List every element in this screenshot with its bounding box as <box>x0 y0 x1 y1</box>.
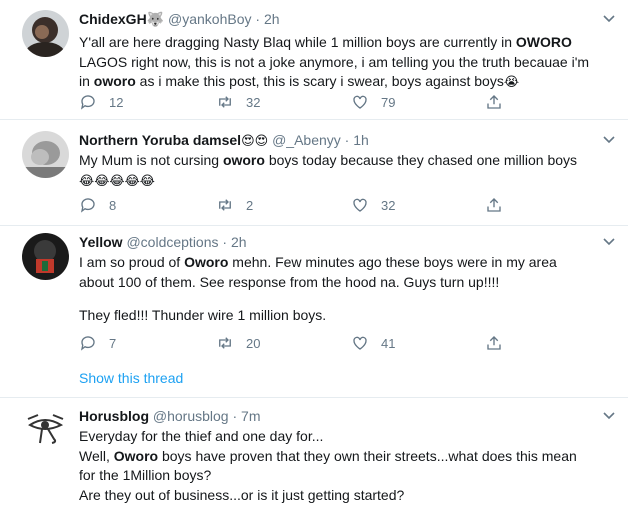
tweet-text: My Mum is not cursing oworo boys today b… <box>79 151 609 190</box>
reply-count: 7 <box>109 335 117 351</box>
like-button[interactable]: 41 <box>351 333 395 353</box>
retweet-count: 20 <box>246 335 261 351</box>
user-handle[interactable]: @_Abenyy <box>272 132 341 148</box>
share-button[interactable] <box>485 92 515 112</box>
tweet-actions: 12 32 79 <box>79 92 519 112</box>
reply-count: 8 <box>109 197 117 213</box>
text-line: Well, Oworo boys have proven that they o… <box>79 447 577 464</box>
tweet-feed: ChidexGH🐺 @yankohBoy · 2h Y'all are here… <box>0 0 628 506</box>
chevron-down-icon[interactable] <box>603 15 615 23</box>
tweet-header: ChidexGH🐺 @yankohBoy · 2h <box>79 10 280 28</box>
retweet-button[interactable]: 20 <box>216 333 260 353</box>
tweet-header: Yellow @coldceptions · 2h <box>79 233 247 251</box>
reply-icon <box>80 198 95 213</box>
text-line: LAGOS right now, this is not a joke anym… <box>79 53 590 70</box>
text-line: I am so proud of Oworo mehn. Few minutes… <box>79 254 557 270</box>
user-handle[interactable]: @horusblog <box>153 408 229 424</box>
retweet-button[interactable]: 2 <box>216 195 253 215</box>
retweet-button[interactable]: 32 <box>216 92 260 112</box>
text-line <box>79 292 609 306</box>
tweet-text: I am so proud of Oworo mehn. Few minutes… <box>79 253 609 326</box>
name-emoji: 😍😍 <box>241 133 269 148</box>
reply-button[interactable]: 12 <box>79 92 123 112</box>
avatar[interactable] <box>22 131 69 178</box>
like-icon <box>353 198 367 212</box>
share-icon <box>487 336 501 350</box>
like-icon <box>353 95 367 109</box>
avatar[interactable] <box>22 407 69 454</box>
text-line: 😂😂😂😂😂 <box>79 172 155 188</box>
reply-count: 12 <box>109 94 124 110</box>
separator-dot: · <box>232 408 238 424</box>
tweet-actions: 7 20 41 <box>79 333 519 353</box>
display-name[interactable]: Northern Yoruba damsel <box>79 132 241 148</box>
show-thread-link[interactable]: Show this thread <box>79 370 183 386</box>
tweet[interactable]: ChidexGH🐺 @yankohBoy · 2h Y'all are here… <box>0 0 628 120</box>
reply-icon <box>80 336 95 351</box>
tweet-header: Northern Yoruba damsel😍😍 @_Abenyy · 1h <box>79 131 369 150</box>
like-count: 41 <box>381 335 396 351</box>
chevron-down-icon[interactable] <box>603 136 615 144</box>
separator-dot: · <box>222 234 228 250</box>
tweet[interactable]: Horusblog @horusblog · 7m Everyday for t… <box>0 398 628 506</box>
like-count: 79 <box>381 94 396 110</box>
text-line: about 100 of them. See response from the… <box>79 273 500 290</box>
user-handle[interactable]: @yankohBoy <box>168 11 251 27</box>
chevron-down-icon[interactable] <box>603 412 615 420</box>
tweet-header: Horusblog @horusblog · 7m <box>79 407 261 425</box>
tweet-actions: 8 2 32 <box>79 195 519 215</box>
timestamp[interactable]: 2h <box>231 234 247 250</box>
text-line: Y'all are here dragging Nasty Blaq while… <box>79 34 572 50</box>
display-name[interactable]: Horusblog <box>79 408 149 424</box>
reply-button[interactable]: 7 <box>79 333 116 353</box>
avatar[interactable] <box>22 10 69 57</box>
display-name[interactable]: Yellow <box>79 234 123 250</box>
like-button[interactable]: 79 <box>351 92 395 112</box>
text-line: They fled!!! Thunder wire 1 million boys… <box>79 307 327 323</box>
share-button[interactable] <box>485 333 515 353</box>
share-icon <box>487 95 501 109</box>
retweet-icon <box>219 96 231 108</box>
like-icon <box>353 336 367 350</box>
tweet-text: Everyday for the thief and one day for..… <box>79 427 609 505</box>
like-button[interactable]: 32 <box>351 195 395 215</box>
reply-icon <box>80 95 95 110</box>
timestamp[interactable]: 2h <box>264 11 280 27</box>
share-icon <box>487 198 501 212</box>
separator-dot: · <box>344 132 350 148</box>
text-line: in oworo as i make this post, this is sc… <box>79 73 520 89</box>
text-line: My Mum is not cursing oworo boys today b… <box>79 152 578 168</box>
timestamp[interactable]: 1h <box>353 132 369 148</box>
retweet-icon <box>219 337 231 349</box>
avatar[interactable] <box>22 233 69 280</box>
tweet[interactable]: Yellow @coldceptions · 2h I am so proud … <box>0 226 628 398</box>
text-line: Are they out of business...or is it just… <box>79 486 405 503</box>
user-handle[interactable]: @coldceptions <box>126 234 218 250</box>
share-button[interactable] <box>485 195 515 215</box>
retweet-count: 2 <box>246 197 254 213</box>
chevron-down-icon[interactable] <box>603 238 615 246</box>
text-line: for the 1Million boys? <box>79 467 212 483</box>
retweet-count: 32 <box>246 94 261 110</box>
like-count: 32 <box>381 197 396 213</box>
tweet[interactable]: Northern Yoruba damsel😍😍 @_Abenyy · 1h M… <box>0 120 628 226</box>
separator-dot: · <box>255 11 261 27</box>
display-name[interactable]: ChidexGH🐺 <box>79 11 164 27</box>
retweet-icon <box>219 199 231 211</box>
text-line: Everyday for the thief and one day for..… <box>79 428 324 444</box>
tweet-text: Y'all are here dragging Nasty Blaq while… <box>79 33 609 92</box>
reply-button[interactable]: 8 <box>79 195 116 215</box>
timestamp[interactable]: 7m <box>241 408 260 424</box>
